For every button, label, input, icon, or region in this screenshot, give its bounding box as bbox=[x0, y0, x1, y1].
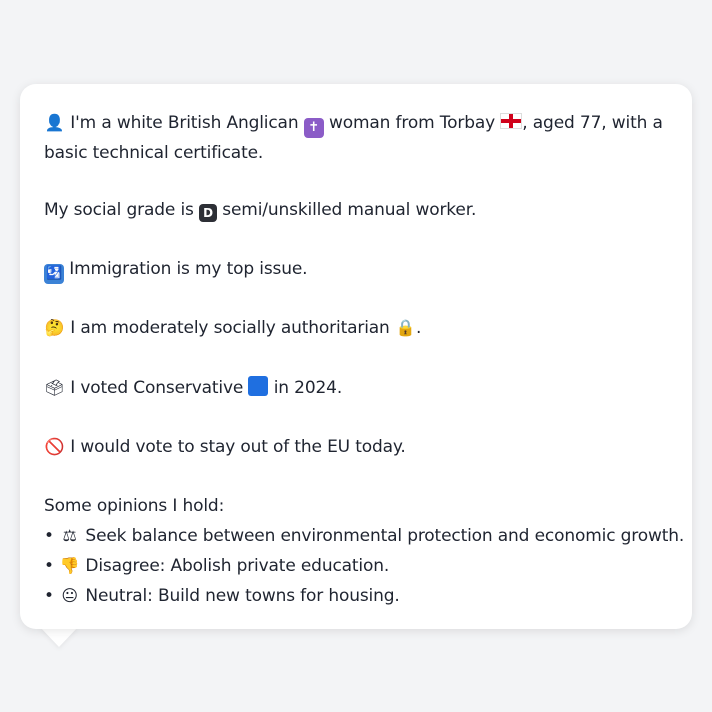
england-flag-icon bbox=[500, 113, 523, 129]
eu-paragraph: 🚫 I would vote to stay out of the EU tod… bbox=[44, 432, 668, 463]
bullet: • bbox=[44, 525, 54, 546]
top-issue-text: Immigration is my top issue. bbox=[69, 258, 308, 279]
values-text: I am moderately socially authoritarian bbox=[70, 318, 390, 338]
opinions-block: Some opinions I hold: • ⚖ Seek balance b… bbox=[44, 492, 684, 611]
thumbs-down-icon: 👎 bbox=[59, 555, 80, 575]
ballot-box-icon: 🗳 bbox=[44, 377, 65, 397]
intro-text-c: , aged 77, with a bbox=[522, 113, 663, 133]
values-paragraph: 🤔 I am moderately socially authoritarian… bbox=[44, 313, 668, 344]
bust-in-silhouette-icon: 👤 bbox=[44, 113, 65, 132]
intro-text-d: basic technical certificate. bbox=[44, 142, 264, 163]
passport-control-icon: 🛂 bbox=[44, 263, 64, 284]
list-item: • ⚖ Seek balance between environmental p… bbox=[44, 521, 684, 551]
social-grade-badge: D bbox=[199, 204, 218, 222]
bullet: • bbox=[44, 555, 54, 576]
social-text-a: My social grade is bbox=[44, 200, 194, 220]
vote-paragraph: 🗳 I voted Conservative in 2024. bbox=[44, 373, 668, 404]
intro-paragraph: 👤 I'm a white British Anglican ✝ woman f… bbox=[44, 108, 668, 168]
values-end: . bbox=[415, 318, 422, 338]
opinions-heading: Some opinions I hold: bbox=[44, 495, 225, 516]
list-item: • 😐 Neutral: Build new towns for housing… bbox=[44, 581, 668, 611]
neutral-face-icon: 😐 bbox=[61, 585, 78, 605]
list-item: • 👎 Disagree: Abolish private education. bbox=[44, 551, 668, 581]
vote-text-b: in 2024. bbox=[273, 377, 343, 398]
bubble-tail bbox=[40, 627, 78, 647]
vote-text-a: I voted Conservative bbox=[70, 377, 244, 398]
opinion-text: Neutral: Build new towns for housing. bbox=[85, 585, 400, 606]
social-grade-paragraph: My social grade is D semi/unskilled manu… bbox=[44, 196, 668, 226]
latin-cross-icon: ✝ bbox=[303, 118, 324, 138]
blue-square-icon bbox=[248, 375, 269, 396]
intro-text-a: I'm a white British Anglican bbox=[70, 113, 299, 133]
intro-text-b: woman from Torbay bbox=[328, 113, 496, 133]
top-issue-paragraph: 🛂 Immigration is my top issue. bbox=[44, 255, 668, 285]
eu-text: I would vote to stay out of the EU today… bbox=[70, 437, 406, 457]
social-text-b: semi/unskilled manual worker. bbox=[222, 200, 477, 220]
opinion-text: Seek balance between environmental prote… bbox=[85, 525, 685, 546]
bullet: • bbox=[44, 585, 54, 606]
no-entry-icon: 🚫 bbox=[44, 437, 65, 456]
persona-message-bubble: 👤 I'm a white British Anglican ✝ woman f… bbox=[20, 84, 692, 629]
opinion-text: Disagree: Abolish private education. bbox=[85, 555, 390, 576]
thinking-face-icon: 🤔 bbox=[44, 318, 65, 337]
lock-icon: 🔒 bbox=[395, 318, 416, 337]
balance-scale-icon: ⚖ bbox=[62, 525, 77, 545]
